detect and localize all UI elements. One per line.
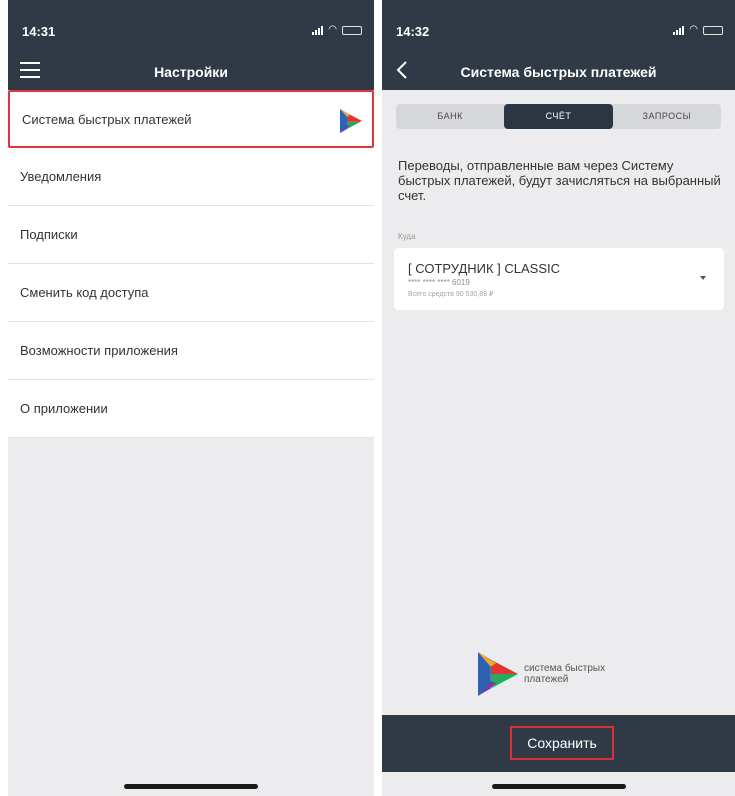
settings-item-label: О приложении: [20, 401, 108, 416]
page-title: Настройки: [154, 64, 228, 80]
home-indicator: [124, 784, 258, 789]
settings-item-label: Уведомления: [20, 169, 102, 184]
chevron-down-icon: [700, 276, 706, 280]
settings-list: Система быстрых платежей Уведомления Под…: [8, 90, 374, 438]
settings-item-subscriptions[interactable]: Подписки: [8, 206, 374, 264]
sbp-brand: система быстрых платежей: [478, 652, 614, 696]
tab-requests[interactable]: ЗАПРОСЫ: [613, 104, 721, 129]
settings-header: 14:31 ◠ Настройки: [8, 0, 374, 90]
status-icons: ◠: [673, 25, 723, 35]
tab-account[interactable]: СЧЁТ: [504, 104, 613, 129]
settings-item-change-passcode[interactable]: Сменить код доступа: [8, 264, 374, 322]
status-time: 14:32: [396, 24, 430, 39]
sbp-logo-icon: [340, 109, 362, 133]
settings-screen: 14:31 ◠ Настройки Система быстрых платеж…: [8, 0, 374, 796]
signal-icon: [673, 25, 685, 35]
account-name: [ СОТРУДНИК ] CLASSIC: [408, 261, 561, 276]
destination-label: Куда: [398, 232, 416, 241]
settings-item-label: Система быстрых платежей: [22, 111, 192, 127]
battery-icon: [703, 25, 723, 35]
home-indicator: [491, 784, 626, 789]
settings-item-label: Сменить код доступа: [20, 285, 149, 300]
description-text: Переводы, отправленные вам через Систему…: [398, 158, 721, 203]
wifi-icon: ◠: [689, 24, 698, 35]
sbp-brand-text: система быстрых платежей: [524, 663, 606, 685]
settings-item-label: Подписки: [20, 227, 78, 242]
segmented-control: БАНК СЧЁТ ЗАПРОСЫ: [396, 104, 721, 129]
settings-item-notifications[interactable]: Уведомления: [8, 148, 374, 206]
wifi-icon: ◠: [328, 24, 337, 35]
signal-icon: [312, 25, 324, 35]
tab-bank[interactable]: БАНК: [396, 104, 504, 129]
save-button[interactable]: Сохранить: [510, 726, 614, 760]
status-icons: ◠: [312, 25, 362, 35]
sbp-logo-icon: [478, 652, 518, 696]
footer-bar: Сохранить: [382, 715, 735, 772]
settings-item-app-features[interactable]: Возможности приложения: [8, 322, 374, 380]
account-number: **** **** **** 6019: [408, 278, 470, 287]
sbp-header: 14:32 ◠ Система быстрых платежей: [382, 0, 735, 90]
sbp-screen: 14:32 ◠ Система быстрых платежей БАНК СЧ…: [382, 0, 735, 796]
account-balance: Всего средств 90 530,89 ₽: [408, 291, 494, 298]
settings-item-label: Возможности приложения: [20, 343, 178, 358]
battery-icon: [342, 25, 362, 35]
settings-item-sbp[interactable]: Система быстрых платежей: [8, 90, 374, 148]
status-time: 14:31: [22, 24, 56, 39]
account-select[interactable]: [ СОТРУДНИК ] CLASSIC **** **** **** 601…: [394, 248, 724, 310]
page-title: Система быстрых платежей: [460, 64, 657, 80]
settings-item-about[interactable]: О приложении: [8, 380, 374, 438]
